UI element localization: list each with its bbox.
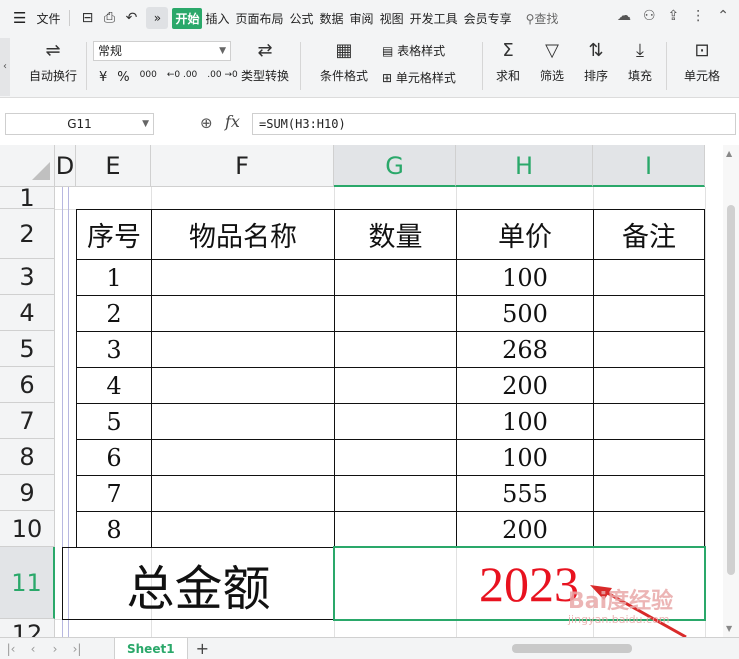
cell-icon: ⊡ <box>694 40 710 61</box>
conditional-format-label: 条件格式 <box>319 69 368 83</box>
sum-label: 求和 <box>495 69 520 83</box>
last-sheet-icon[interactable]: ›| <box>66 642 88 656</box>
save-icon[interactable]: ⊟ <box>76 10 98 26</box>
more-icon[interactable]: ⋮ <box>691 8 705 24</box>
filter-button[interactable]: ▽ 筛选 <box>534 40 570 84</box>
cell-style-button[interactable]: ⊞ 单元格样式 <box>382 69 456 86</box>
sigma-icon: Σ <box>502 40 514 61</box>
tab-data[interactable]: 数据 <box>317 10 347 27</box>
formula-input[interactable]: =SUM(H3:H10) <box>252 113 736 135</box>
tab-developer[interactable]: 开发工具 <box>407 10 461 27</box>
decrease-decimal-button[interactable]: .00 →0 <box>207 70 237 85</box>
prev-sheet-icon[interactable]: ‹ <box>22 642 44 656</box>
wrap-text-button[interactable]: ⇌ 自动换行 <box>24 40 82 84</box>
expand-quick-access-icon[interactable]: » <box>146 7 169 29</box>
search-label: 查找 <box>534 11 559 26</box>
first-sheet-icon[interactable]: |‹ <box>0 642 22 656</box>
conditional-format-icon: ▦ <box>335 40 353 61</box>
currency-button[interactable]: ¥ <box>99 70 107 85</box>
insert-function-icon[interactable]: fx <box>225 112 240 131</box>
tab-insert[interactable]: 插入 <box>202 10 232 27</box>
vertical-scrollbar[interactable]: ▲ ▼ <box>723 145 739 637</box>
number-buttons: ¥ % 000 ←0 .00 .00 →0 <box>99 70 238 85</box>
undo-icon[interactable]: ↶ <box>120 10 142 26</box>
watermark-url: jingyan.baidu.com <box>568 613 670 626</box>
filter-label: 筛选 <box>539 69 564 83</box>
cell-style-icon: ⊞ <box>382 71 393 85</box>
sort-button[interactable]: ⇅ 排序 <box>578 40 614 84</box>
window-controls: ☁ ⚇ ⇪ ⋮ ⌃ <box>617 8 729 24</box>
collapse-ribbon-icon[interactable]: ⌃ <box>717 8 729 24</box>
fill-button[interactable]: ⤓ 填充 <box>622 40 658 84</box>
ribbon-scroll-left-icon[interactable]: ‹ <box>0 38 10 96</box>
spreadsheet-grid[interactable]: D E F G H I 1 2 3 4 5 6 7 8 9 10 11 12 序… <box>0 145 739 637</box>
tab-view[interactable]: 视图 <box>377 10 407 27</box>
hamburger-menu-icon[interactable]: ☰ <box>10 9 29 27</box>
conditional-format-button[interactable]: ▦ 条件格式 <box>312 40 376 84</box>
print-preview-icon[interactable]: ⎙ <box>98 10 120 26</box>
fill-icon: ⤓ <box>636 40 644 61</box>
table-style-label: 表格样式 <box>397 44 446 58</box>
tab-formulas[interactable]: 公式 <box>287 10 317 27</box>
ribbon-separator <box>300 42 301 90</box>
tab-member[interactable]: 会员专享 <box>461 10 515 27</box>
tab-home[interactable]: 开始 <box>172 7 203 29</box>
spreadsheet-app: ☰ 文件 ⊟ ⎙ ↶ » 开始 插入 页面布局 公式 数据 审阅 视图 开发工具… <box>0 0 739 659</box>
user-share-icon[interactable]: ⚇ <box>643 8 656 24</box>
cell-style-label: 单元格样式 <box>395 71 456 85</box>
upload-icon[interactable]: ⇪ <box>668 8 680 24</box>
number-format-select[interactable]: 常规 ▼ <box>93 41 231 61</box>
menu-separator <box>69 10 71 26</box>
cloud-sync-icon[interactable]: ☁ <box>617 8 631 24</box>
type-convert-label: 类型转换 <box>240 69 289 83</box>
cell-label: 单元格 <box>683 69 720 83</box>
name-box-value: G11 <box>67 117 92 131</box>
annotation-arrow-icon <box>590 585 687 637</box>
menu-file[interactable]: 文件 <box>33 10 63 27</box>
horizontal-scrollbar[interactable] <box>420 642 720 655</box>
table-style-icon: ▤ <box>382 44 394 58</box>
sort-icon: ⇅ <box>588 40 604 61</box>
sort-label: 排序 <box>583 69 608 83</box>
filter-icon: ▽ <box>545 40 559 61</box>
tab-page-layout[interactable]: 页面布局 <box>233 10 287 27</box>
add-sheet-icon[interactable]: + <box>196 639 209 658</box>
tab-review[interactable]: 审阅 <box>347 10 377 27</box>
zoom-formula-icon[interactable]: ⊕ <box>200 114 213 132</box>
increase-decimal-button[interactable]: ←0 .00 <box>167 70 197 85</box>
type-convert-button[interactable]: ⇄ 类型转换 <box>236 40 294 84</box>
sum-button[interactable]: Σ 求和 <box>490 40 526 84</box>
cell-button[interactable]: ⊡ 单元格 <box>678 40 726 84</box>
menu-bar: ☰ 文件 ⊟ ⎙ ↶ » 开始 插入 页面布局 公式 数据 审阅 视图 开发工具… <box>0 0 739 36</box>
watermark-brand: Bai度经验 <box>568 589 674 614</box>
horizontal-scrollbar-thumb[interactable] <box>512 644 632 653</box>
ribbon-separator <box>86 42 87 90</box>
sheet-tab-sheet1[interactable]: Sheet1 <box>114 637 188 659</box>
convert-icon: ⇄ <box>257 40 273 61</box>
chevron-down-icon: ▼ <box>142 119 149 129</box>
search-button[interactable]: ⚲查找 <box>523 10 562 27</box>
formula-bar: G11 ▼ ⊕ fx =SUM(H3:H10) <box>0 98 739 145</box>
vertical-scrollbar-thumb[interactable] <box>727 205 735 575</box>
wrap-text-label: 自动换行 <box>28 69 77 83</box>
chevron-down-icon: ▼ <box>219 46 226 56</box>
percent-button[interactable]: % <box>117 70 129 85</box>
next-sheet-icon[interactable]: › <box>44 642 66 656</box>
wrap-text-icon: ⇌ <box>45 40 61 61</box>
sheet-tab-bar: |‹ ‹ › ›| Sheet1 + <box>0 637 739 659</box>
number-format-value: 常规 <box>98 44 123 58</box>
ribbon-separator <box>482 42 483 90</box>
thousands-button[interactable]: 000 <box>140 70 157 85</box>
table-style-button[interactable]: ▤ 表格样式 <box>382 42 445 59</box>
ribbon-toolbar: ‹ ⇌ 自动换行 常规 ▼ ¥ % 000 ←0 .00 .00 →0 ⇄ 类型… <box>0 36 739 98</box>
name-box[interactable]: G11 ▼ <box>5 113 154 135</box>
scroll-down-icon[interactable]: ▼ <box>726 624 732 633</box>
ribbon-separator <box>666 42 667 90</box>
fill-label: 填充 <box>627 69 652 83</box>
scroll-up-icon[interactable]: ▲ <box>726 149 732 158</box>
baidu-watermark: Bai度经验 jingyan.baidu.com <box>568 583 708 635</box>
